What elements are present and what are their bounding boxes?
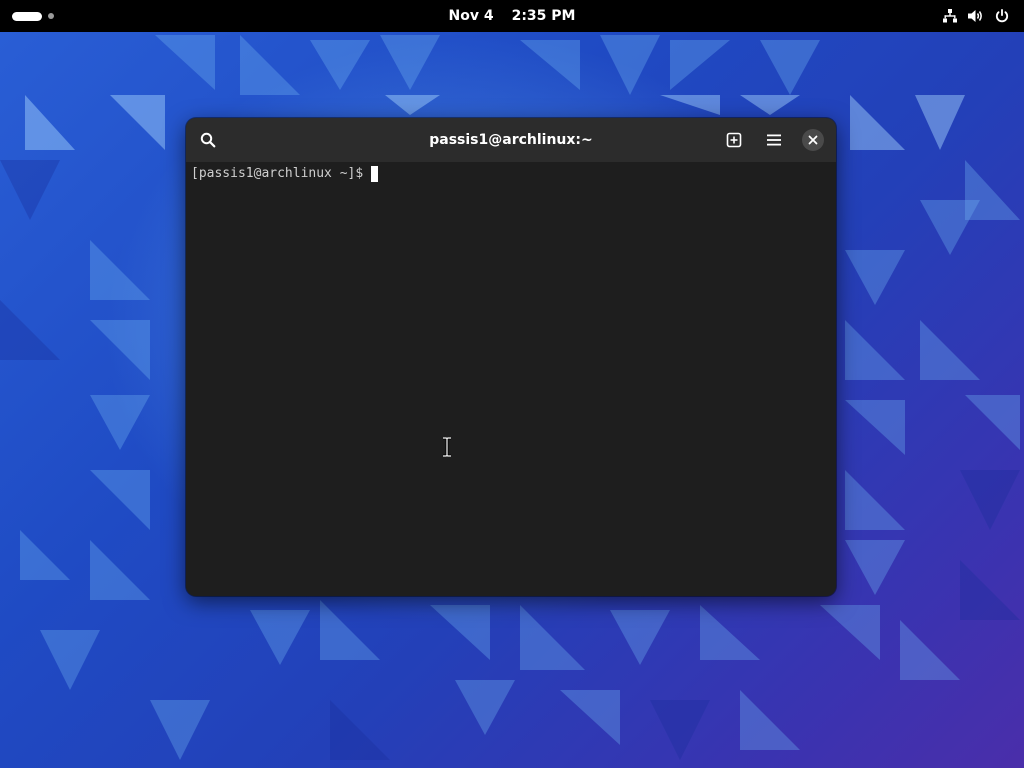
clock-date[interactable]: Nov 4 xyxy=(449,8,494,24)
search-icon xyxy=(200,132,216,148)
clock-time[interactable]: 2:35 PM xyxy=(512,8,576,24)
window-title: passis1@archlinux:~ xyxy=(429,132,593,148)
workspace-indicator-active xyxy=(12,11,42,21)
close-icon xyxy=(808,135,818,145)
clock[interactable]: Nov 4 2:35 PM xyxy=(0,0,1024,32)
top-bar: Nov 4 2:35 PM xyxy=(0,0,1024,32)
terminal-content[interactable]: [passis1@archlinux ~]$ xyxy=(186,162,836,596)
shell-prompt: [passis1@archlinux ~]$ xyxy=(191,166,364,181)
search-button[interactable] xyxy=(193,125,223,155)
workspace-indicator xyxy=(48,13,54,19)
volume-icon[interactable] xyxy=(967,8,985,24)
new-tab-icon xyxy=(726,132,742,148)
activities-button[interactable] xyxy=(12,9,54,23)
new-tab-button[interactable] xyxy=(719,125,749,155)
text-cursor xyxy=(371,166,379,182)
hamburger-menu-icon xyxy=(767,134,781,146)
prompt-line[interactable]: [passis1@archlinux ~]$ xyxy=(191,166,379,182)
system-tray[interactable] xyxy=(942,6,1010,26)
power-icon[interactable] xyxy=(994,8,1010,24)
terminal-window[interactable]: passis1@archlinux:~ [passis1@archlinux ~… xyxy=(186,118,836,596)
ibeam-cursor-icon xyxy=(443,437,451,457)
terminal-headerbar[interactable]: passis1@archlinux:~ xyxy=(186,118,836,162)
main-menu-button[interactable] xyxy=(759,125,789,155)
close-button[interactable] xyxy=(802,129,824,151)
network-icon[interactable] xyxy=(942,8,958,24)
